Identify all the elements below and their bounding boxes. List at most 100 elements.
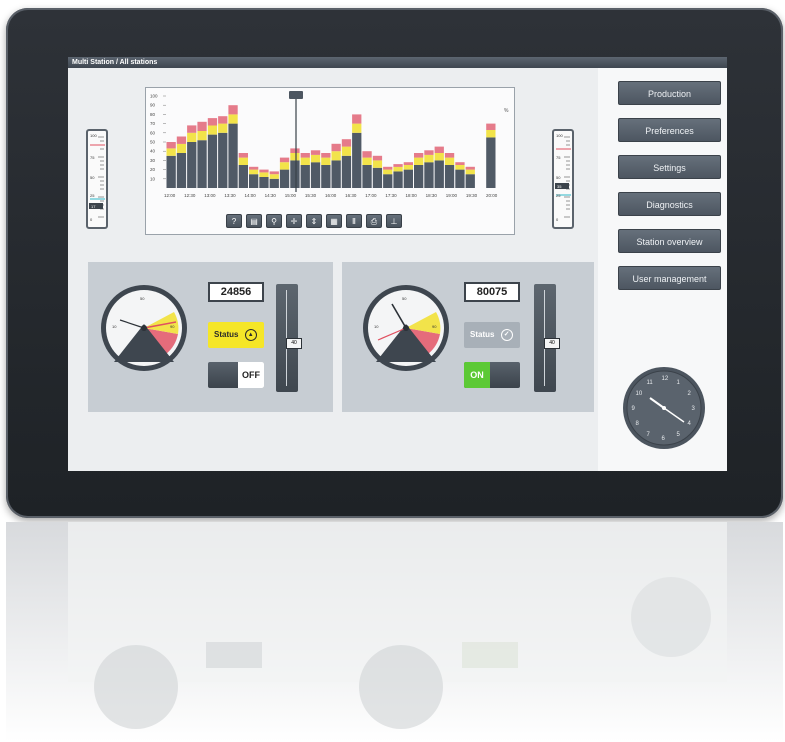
chart-bar bbox=[197, 121, 207, 131]
chart-x-tick: 12:30 bbox=[184, 193, 196, 198]
chart-bar bbox=[321, 157, 331, 165]
settings-button[interactable]: Settings bbox=[618, 155, 721, 179]
chart-y-tick: 10 bbox=[150, 176, 156, 181]
chart-bar bbox=[259, 177, 269, 188]
station2-status-label: Status bbox=[470, 330, 495, 339]
chart-y-tick: 40 bbox=[150, 149, 156, 154]
chart-bar bbox=[218, 132, 228, 188]
chart-bar bbox=[207, 125, 218, 135]
clock-numeral: 12 bbox=[662, 376, 669, 382]
pan-button[interactable]: ✛ bbox=[286, 214, 302, 228]
scale-left-tick-25: 25 bbox=[90, 193, 95, 198]
chart-bar bbox=[310, 162, 321, 188]
chart-bar bbox=[269, 174, 279, 179]
chart-bar bbox=[393, 171, 403, 188]
chart-y-tick: 90 bbox=[150, 103, 156, 108]
chart-y-tick: 20 bbox=[150, 167, 156, 172]
chart-bar bbox=[300, 153, 310, 158]
station1-slider-handle[interactable]: 40 bbox=[286, 338, 302, 349]
gauge2-tick-10: 10 bbox=[374, 324, 379, 329]
chart-y-tick: 80 bbox=[150, 112, 156, 117]
chart-bar bbox=[383, 169, 393, 175]
production-button[interactable]: Production bbox=[618, 81, 721, 105]
chart-bar bbox=[331, 151, 341, 161]
ruler-button[interactable]: ⊥ bbox=[386, 214, 402, 228]
chart-bar bbox=[300, 157, 310, 165]
help-button[interactable]: ? bbox=[226, 214, 242, 228]
chart-bar bbox=[321, 153, 331, 158]
chart-bar bbox=[310, 154, 321, 163]
chart-bar bbox=[207, 118, 218, 126]
chart-toolbar: ? ▤ ⚲ ✛ ⇕ ▦ Ⅱ ⎙ ⊥ bbox=[226, 214, 402, 228]
chart-bar bbox=[228, 114, 238, 124]
chart-bar bbox=[310, 150, 321, 155]
chart-bar bbox=[279, 157, 290, 163]
chart-bar bbox=[249, 166, 259, 170]
chart-bar bbox=[372, 155, 383, 161]
station2-counter: 80075 bbox=[464, 282, 520, 302]
chart-bar bbox=[218, 123, 228, 133]
chart-bar bbox=[393, 166, 403, 172]
chart-cursor-handle[interactable] bbox=[289, 91, 303, 99]
chart-bar bbox=[249, 169, 259, 175]
chart-bar bbox=[414, 153, 424, 158]
station2-status-button[interactable]: Status ✓ bbox=[464, 322, 520, 348]
chart-bar bbox=[434, 153, 444, 161]
chart-bar bbox=[331, 160, 341, 188]
scale-right-tick-25: 25 bbox=[556, 193, 561, 198]
station2-slider-handle[interactable]: 40 bbox=[544, 338, 560, 349]
diagnostics-button[interactable]: Diagnostics bbox=[618, 192, 721, 216]
chart-x-tick: 19:00 bbox=[446, 193, 458, 198]
chart-bar bbox=[259, 169, 269, 173]
chart-x-tick: 13:00 bbox=[204, 193, 216, 198]
chart-bar bbox=[372, 167, 383, 188]
chart-bar bbox=[465, 166, 475, 170]
chart-bar bbox=[455, 162, 465, 165]
chart-bar bbox=[383, 174, 393, 188]
chart-x-tick: 13:30 bbox=[224, 193, 236, 198]
chart-bar bbox=[444, 153, 455, 158]
station1-toggle[interactable]: OFF bbox=[208, 362, 264, 388]
station2-toggle[interactable]: ON bbox=[464, 362, 520, 388]
station1-slider[interactable]: 40 bbox=[276, 284, 302, 392]
pause-button[interactable]: Ⅱ bbox=[346, 214, 362, 228]
chart-x-tick: 20:00 bbox=[486, 193, 498, 198]
chart-bar bbox=[424, 162, 434, 188]
chart-bar bbox=[238, 157, 248, 165]
user-management-button[interactable]: User management bbox=[618, 266, 721, 290]
trend-chart[interactable]: 100 90 80 70 60 50 40 30 20 10 12:00 12:30 13:00 13:… bbox=[146, 88, 514, 208]
station2-slider[interactable]: 40 bbox=[534, 284, 560, 392]
print-button[interactable]: ⎙ bbox=[366, 214, 382, 228]
chart-bar bbox=[372, 160, 383, 168]
chart-bar bbox=[331, 143, 341, 152]
chart-bar bbox=[352, 132, 362, 188]
station-overview-button[interactable]: Station overview bbox=[618, 229, 721, 253]
station2-toggle-label: ON bbox=[464, 362, 490, 388]
chart-bar bbox=[414, 165, 424, 188]
check-icon: ✓ bbox=[500, 328, 513, 341]
chart-bar bbox=[486, 130, 496, 138]
chart-x-tick: 17:00 bbox=[365, 193, 377, 198]
gauge1-tick-90: 90 bbox=[170, 324, 175, 329]
chart-bar bbox=[455, 169, 465, 188]
chart-y-tick: 50 bbox=[150, 140, 156, 145]
chart-x-tick: 15:00 bbox=[285, 193, 297, 198]
chart-bar bbox=[414, 157, 424, 165]
chart-bar bbox=[176, 153, 187, 188]
chart-bar bbox=[300, 165, 310, 188]
chart-bar bbox=[486, 123, 496, 130]
chart-bar bbox=[290, 148, 300, 153]
chart-x-tick: 17:30 bbox=[385, 193, 397, 198]
export-button[interactable]: ▤ bbox=[246, 214, 262, 228]
station1-toggle-label: OFF bbox=[238, 362, 264, 388]
chart-bar bbox=[249, 174, 259, 188]
fit-button[interactable]: ⇕ bbox=[306, 214, 322, 228]
station1-status-button[interactable]: Status ▲ bbox=[208, 322, 264, 348]
table-button[interactable]: ▦ bbox=[326, 214, 342, 228]
preferences-button[interactable]: Preferences bbox=[618, 118, 721, 142]
chart-bar bbox=[393, 164, 403, 167]
zoom-button[interactable]: ⚲ bbox=[266, 214, 282, 228]
chart-bar bbox=[187, 125, 197, 133]
chart-bar bbox=[187, 142, 197, 188]
gauge1-tick-10: 10 bbox=[112, 324, 117, 329]
